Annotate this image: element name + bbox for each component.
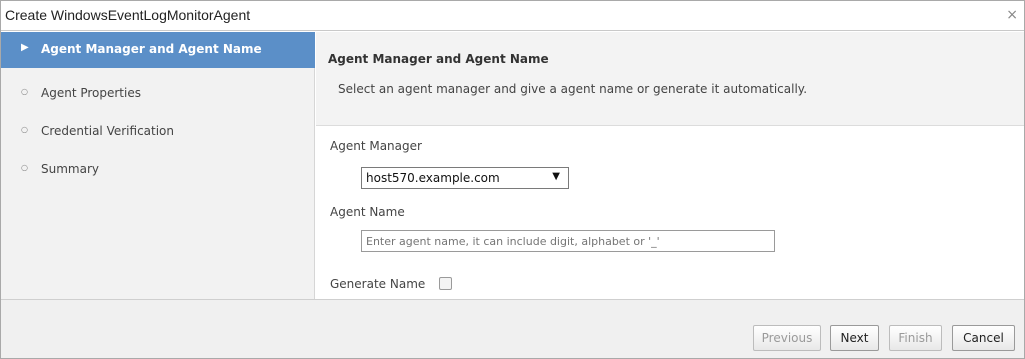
previous-button[interactable]: Previous bbox=[753, 325, 821, 351]
step-agent-manager-and-name[interactable]: ▶ Agent Manager and Agent Name bbox=[1, 32, 315, 68]
create-agent-dialog: Create WindowsEventLogMonitorAgent × ▶ A… bbox=[0, 0, 1025, 359]
generate-name-label: Generate Name bbox=[330, 277, 426, 291]
cancel-button[interactable]: Cancel bbox=[952, 325, 1015, 351]
close-icon[interactable]: × bbox=[1006, 7, 1018, 23]
dialog-title: Create WindowsEventLogMonitorAgent bbox=[5, 7, 251, 23]
circle-bullet-icon: ○ bbox=[21, 125, 28, 134]
agent-name-input[interactable] bbox=[361, 230, 775, 252]
agent-manager-select[interactable]: host570.example.com ▼ bbox=[361, 167, 569, 189]
agent-name-label: Agent Name bbox=[330, 205, 405, 219]
finish-button[interactable]: Finish bbox=[889, 325, 942, 351]
step-label: Agent Manager and Agent Name bbox=[41, 42, 262, 56]
arrow-right-icon: ▶ bbox=[21, 42, 29, 53]
agent-manager-label: Agent Manager bbox=[330, 139, 422, 153]
step-label: Summary bbox=[41, 162, 99, 176]
next-button[interactable]: Next bbox=[830, 325, 879, 351]
circle-bullet-icon: ○ bbox=[21, 163, 28, 172]
step-content-panel: Agent Manager and Agent Name Select an a… bbox=[316, 32, 1024, 299]
dropdown-arrow-icon: ▼ bbox=[552, 171, 560, 182]
step-label: Credential Verification bbox=[41, 124, 175, 138]
step-credential-verification[interactable]: ○ Credential Verification bbox=[1, 114, 315, 150]
step-label: Agent Properties bbox=[41, 86, 141, 100]
agent-manager-selected-value: host570.example.com bbox=[366, 171, 500, 185]
wizard-steps-sidebar: ▶ Agent Manager and Agent Name ○ Agent P… bbox=[1, 32, 315, 299]
step-header: Agent Manager and Agent Name Select an a… bbox=[316, 32, 1024, 126]
step-title: Agent Manager and Agent Name bbox=[328, 52, 549, 66]
circle-bullet-icon: ○ bbox=[21, 87, 28, 96]
step-agent-properties[interactable]: ○ Agent Properties bbox=[1, 76, 315, 112]
dialog-footer: Previous Next Finish Cancel bbox=[1, 299, 1024, 358]
step-description: Select an agent manager and give a agent… bbox=[338, 82, 808, 96]
generate-name-checkbox[interactable] bbox=[439, 277, 452, 290]
dialog-titlebar: Create WindowsEventLogMonitorAgent × bbox=[1, 1, 1024, 31]
step-summary[interactable]: ○ Summary bbox=[1, 152, 315, 188]
